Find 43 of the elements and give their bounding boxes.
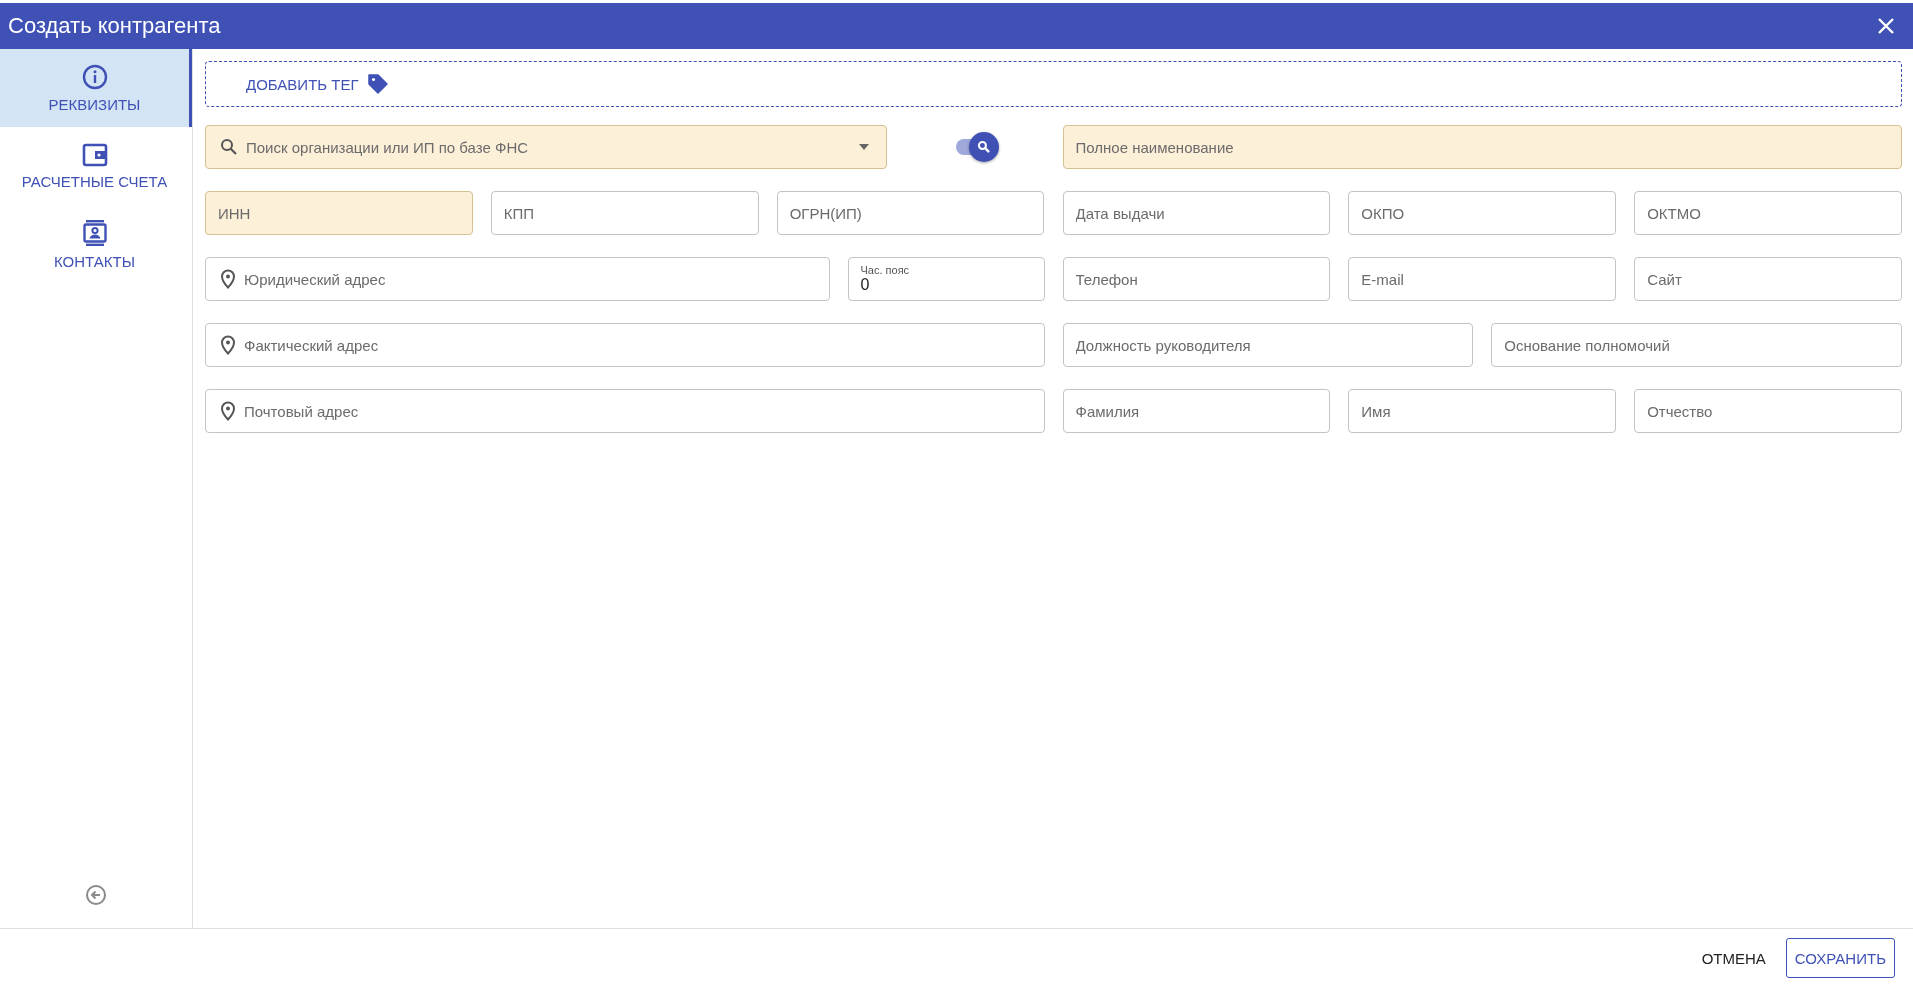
input-field[interactable]: Фамилия (1062, 389, 1331, 433)
input-field[interactable]: Отчество (1634, 389, 1902, 433)
sidebar-item[interactable]: РАСЧЕТНЫЕ СЧЕТА (0, 127, 192, 205)
input-field[interactable]: Дата выдачи (1062, 191, 1331, 235)
location-pin-icon (220, 335, 236, 355)
timezone-input[interactable]: 0 (860, 276, 1032, 294)
tag-icon (366, 73, 389, 95)
input-field[interactable]: Имя (1348, 389, 1617, 433)
address-field[interactable]: Почтовый адрес (205, 389, 1045, 433)
location-pin-icon (220, 401, 236, 421)
timezone-field[interactable]: Час. пояс 0 (847, 257, 1045, 301)
search-input[interactable]: Поиск организации или ИП по базе ФНС (246, 138, 850, 156)
input-field[interactable]: E-mail (1348, 257, 1617, 301)
contact-card-icon (81, 218, 108, 247)
address-input[interactable]: Фактический адрес (244, 336, 1032, 354)
input-field[interactable]: ОГРН(ИП) (776, 191, 1045, 235)
address-field[interactable]: Юридический адрес (205, 257, 830, 301)
input-field[interactable]: ОКПО (1348, 191, 1617, 235)
collapse-button[interactable] (85, 884, 107, 906)
input-field[interactable]: ОКТМО (1634, 191, 1902, 235)
search-icon (976, 140, 991, 154)
info-icon (81, 63, 108, 90)
input-field[interactable]: Сайт (1634, 257, 1902, 301)
input-field[interactable]: Основание полномочий (1491, 323, 1902, 367)
add-tag-button[interactable]: ДОБАВИТЬ ТЕГ (205, 61, 1902, 107)
sidebar-item[interactable]: РЕКВИЗИТЫ (0, 49, 192, 127)
input-field[interactable]: КПП (490, 191, 759, 235)
wallet-icon (81, 142, 108, 167)
input-field[interactable]: Телефон (1062, 257, 1331, 301)
sidebar-item[interactable]: КОНТАКТЫ (0, 205, 192, 283)
dropdown-caret-icon (857, 143, 870, 151)
input-field[interactable]: Должность руководителя (1062, 323, 1474, 367)
address-input[interactable]: Юридический адрес (244, 270, 817, 288)
search-icon (220, 138, 238, 156)
address-input[interactable]: Почтовый адрес (244, 402, 1032, 420)
address-field[interactable]: Фактический адрес (205, 323, 1045, 367)
save-button[interactable]: СОХРАНИТЬ (1785, 938, 1895, 978)
cancel-button[interactable]: ОТМЕНА (1695, 941, 1772, 975)
search-field[interactable]: Поиск организации или ИП по базе ФНС (205, 125, 887, 169)
full-name-field[interactable]: Полное наименование (1062, 125, 1902, 169)
window-title: Создать контрагента (8, 13, 221, 39)
input-field[interactable]: ИНН (205, 191, 473, 235)
location-pin-icon (220, 269, 236, 289)
